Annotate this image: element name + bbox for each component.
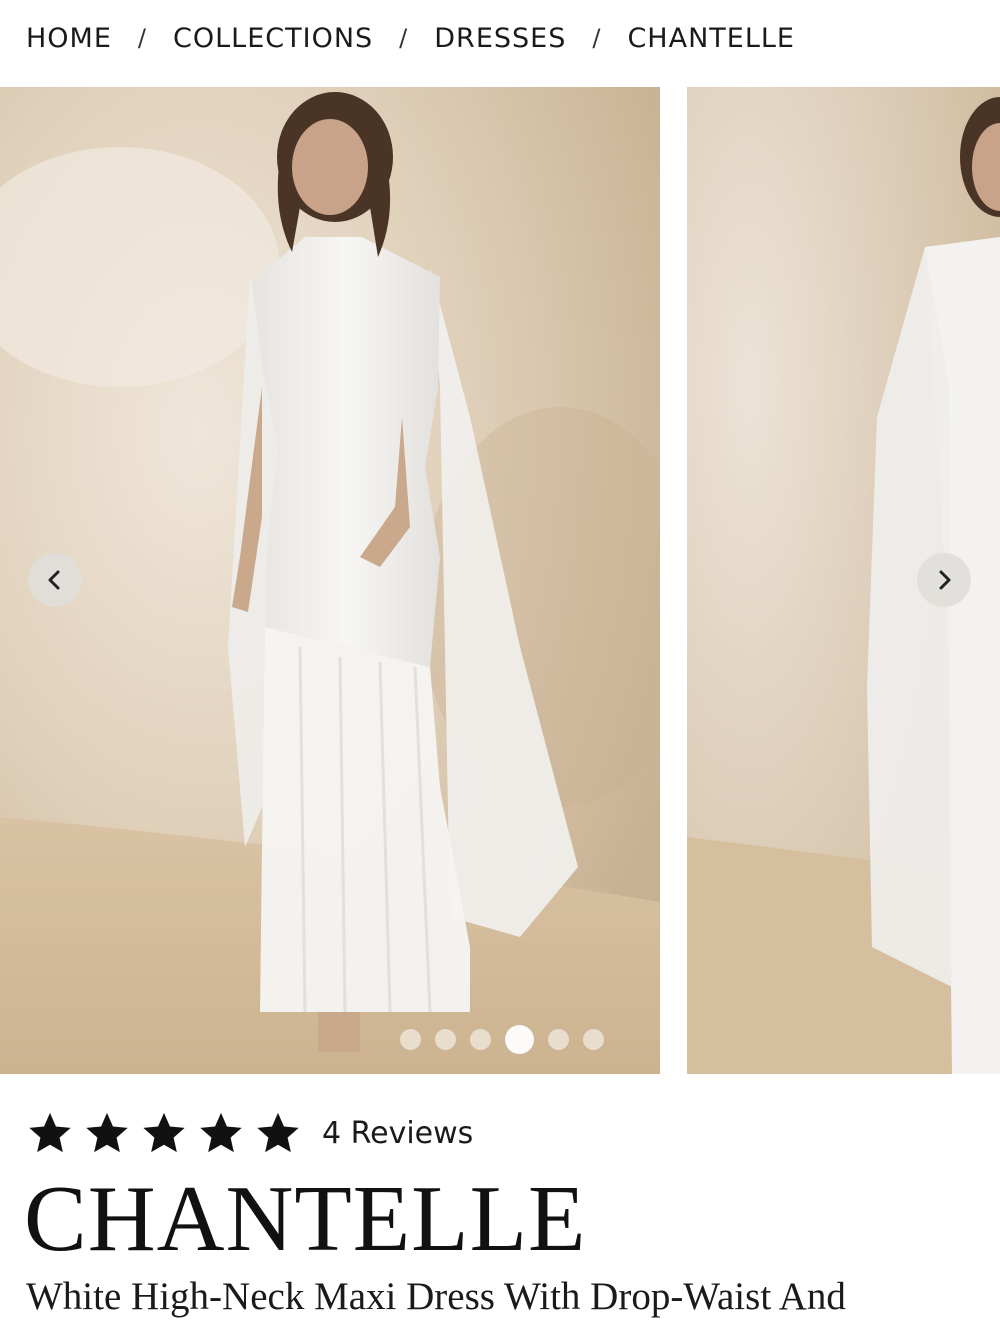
carousel-dot[interactable] bbox=[400, 1029, 421, 1050]
carousel-dot[interactable] bbox=[470, 1029, 491, 1050]
breadcrumb-dresses[interactable]: DRESSES bbox=[434, 23, 566, 54]
carousel-dot[interactable] bbox=[548, 1029, 569, 1050]
product-rating: 4 Reviews bbox=[26, 1110, 473, 1156]
reviews-link[interactable]: 4 Reviews bbox=[322, 1116, 473, 1151]
star-icon bbox=[143, 1112, 185, 1153]
breadcrumb-separator: / bbox=[399, 24, 409, 52]
carousel-prev-button[interactable] bbox=[28, 553, 82, 607]
product-subtitle: White High-Neck Maxi Dress With Drop-Wai… bbox=[26, 1275, 846, 1318]
breadcrumb-home[interactable]: HOME bbox=[26, 23, 112, 54]
product-title: CHANTELLE bbox=[24, 1167, 587, 1271]
breadcrumb-current: CHANTELLE bbox=[627, 22, 795, 54]
carousel-dot-active[interactable] bbox=[505, 1025, 534, 1054]
breadcrumb-separator: / bbox=[592, 24, 602, 52]
star-icon bbox=[200, 1112, 242, 1153]
star-icon bbox=[257, 1112, 299, 1153]
breadcrumb-separator: / bbox=[137, 24, 148, 52]
chevron-right-icon bbox=[939, 570, 951, 590]
product-image-carousel[interactable] bbox=[0, 87, 1000, 1074]
carousel-dot[interactable] bbox=[435, 1029, 456, 1050]
carousel-next-button[interactable] bbox=[917, 553, 971, 607]
product-image-main[interactable] bbox=[0, 87, 660, 1074]
breadcrumb: HOME / COLLECTIONS / DRESSES / CHANTELLE bbox=[26, 18, 795, 58]
carousel-pagination bbox=[400, 1025, 604, 1054]
chevron-left-icon bbox=[48, 570, 60, 590]
carousel-dot[interactable] bbox=[583, 1029, 604, 1050]
star-icon bbox=[29, 1112, 71, 1153]
star-rating bbox=[26, 1110, 302, 1156]
star-icon bbox=[86, 1112, 128, 1153]
breadcrumb-collections[interactable]: COLLECTIONS bbox=[173, 23, 373, 54]
